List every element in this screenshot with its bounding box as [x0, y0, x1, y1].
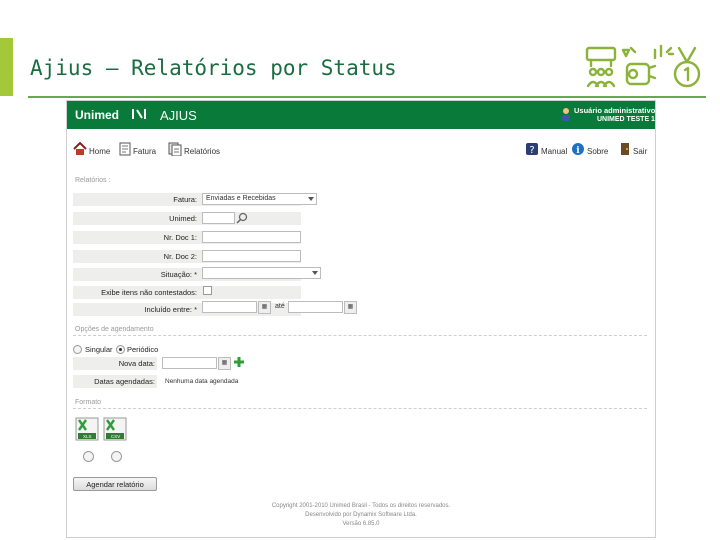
situacao-label: Situação: * [160, 270, 197, 279]
app-window: Unimed AJIUS Usuário administrativo UNIM… [66, 100, 656, 538]
svg-text:?: ? [529, 145, 534, 156]
toolbar-sair[interactable]: Sair [619, 136, 647, 156]
nova-data-label: Nova data: [118, 359, 155, 368]
row-unimed: Unimed: [73, 212, 301, 225]
calendar-icon[interactable]: ▦ [344, 301, 357, 314]
unimed-input[interactable] [202, 212, 235, 224]
exibe-checkbox[interactable] [203, 286, 212, 295]
nr-doc1-label: Nr. Doc 1: [163, 233, 197, 242]
incluido-end-input[interactable] [288, 301, 343, 313]
document-icon [119, 142, 131, 156]
toolbar: Home Fatura Relatórios ? Manual i Sobre … [67, 129, 655, 159]
brand-mark-icon [132, 109, 146, 119]
exit-door-icon [621, 143, 629, 155]
nr-doc2-label: Nr. Doc 2: [163, 252, 197, 261]
periodico-radio[interactable] [116, 345, 125, 354]
section-formato: Formato [75, 399, 102, 406]
fatura-select[interactable]: Enviadas e Recebidas [202, 193, 317, 205]
toolbar-manual-label: Manual [541, 147, 568, 156]
calendar-icon[interactable]: ▦ [258, 301, 271, 314]
logo-icon [585, 44, 701, 88]
datas-agendadas-label: Datas agendadas: [94, 377, 155, 386]
singular-radio[interactable] [73, 345, 82, 354]
section-agendamento: Opções de agendamento [75, 326, 154, 333]
xls-radio[interactable] [83, 451, 94, 462]
chevron-down-icon [308, 197, 314, 201]
nr-doc1-input[interactable] [202, 231, 301, 243]
incluido-start-input[interactable] [202, 301, 257, 313]
info-icon: i [572, 143, 584, 156]
section-divider [73, 408, 647, 409]
app-name: AJIUS [160, 108, 197, 123]
title-divider [28, 96, 706, 98]
user-icon [562, 108, 570, 121]
svg-text:i: i [576, 146, 580, 156]
agendar-relatorio-button[interactable]: Agendar relatório [73, 477, 157, 491]
singular-label: Singular [85, 345, 113, 354]
unimed-label: Unimed: [169, 214, 197, 223]
fatura-select-value: Enviadas e Recebidas [206, 195, 276, 202]
section-relatorios: Relatórios : [75, 177, 111, 184]
footer-developer: Desenvolvido por Dynamix Software Ltda. [305, 512, 417, 518]
periodico-label: Periódico [127, 345, 159, 354]
row-datas-agendadas: Datas agendadas: [73, 375, 157, 388]
incluido-label: Incluído entre: * [144, 305, 197, 314]
search-icon[interactable] [236, 212, 248, 224]
nova-data-input[interactable] [162, 357, 217, 369]
toolbar-relatorios-label: Relatórios [184, 147, 221, 156]
user-name: Usuário administrativo [574, 106, 656, 115]
situacao-select[interactable] [202, 267, 321, 279]
toolbar-fatura-label: Fatura [133, 147, 157, 156]
reports-icon [168, 142, 182, 156]
calendar-icon[interactable]: ▦ [218, 357, 231, 370]
row-nova-data: Nova data: [73, 357, 157, 370]
row-exibe: Exibe itens não contestados: [73, 286, 301, 299]
toolbar-home[interactable]: Home [73, 136, 110, 156]
toolbar-relatorios[interactable]: Relatórios [168, 136, 220, 156]
add-icon[interactable] [233, 356, 245, 368]
app-header: Unimed AJIUS Usuário administrativo UNIM… [67, 101, 655, 129]
toolbar-sair-label: Sair [633, 147, 648, 156]
help-book-icon: ? [526, 143, 538, 156]
home-icon [73, 142, 87, 155]
csv-label: CSV [111, 434, 121, 439]
accent-bar [0, 38, 13, 96]
brand-logo: Unimed [75, 108, 120, 122]
section-divider [73, 335, 647, 336]
toolbar-sobre[interactable]: i Sobre [571, 136, 608, 156]
footer-version: Versão 6.85.0 [342, 521, 380, 527]
fatura-label: Fatura: [173, 195, 197, 204]
slide-title: Ajius – Relatórios por Status [30, 56, 397, 80]
ate-label: até [275, 303, 285, 310]
toolbar-home-label: Home [89, 147, 111, 156]
csv-radio[interactable] [111, 451, 122, 462]
toolbar-manual[interactable]: ? Manual [525, 136, 567, 156]
user-unit: UNIMED TESTE 1 [597, 116, 655, 123]
exibe-label: Exibe itens não contestados: [101, 288, 197, 297]
footer-copyright: Copyright 2001-2010 Unimed Brasil - Todo… [271, 503, 451, 509]
no-dates-text: Nenhuma data agendada [165, 378, 239, 385]
nr-doc2-input[interactable] [202, 250, 301, 262]
toolbar-sobre-label: Sobre [587, 147, 609, 156]
chevron-down-icon [312, 271, 318, 275]
toolbar-fatura[interactable]: Fatura [119, 136, 156, 156]
xls-label: XLS [83, 434, 92, 439]
